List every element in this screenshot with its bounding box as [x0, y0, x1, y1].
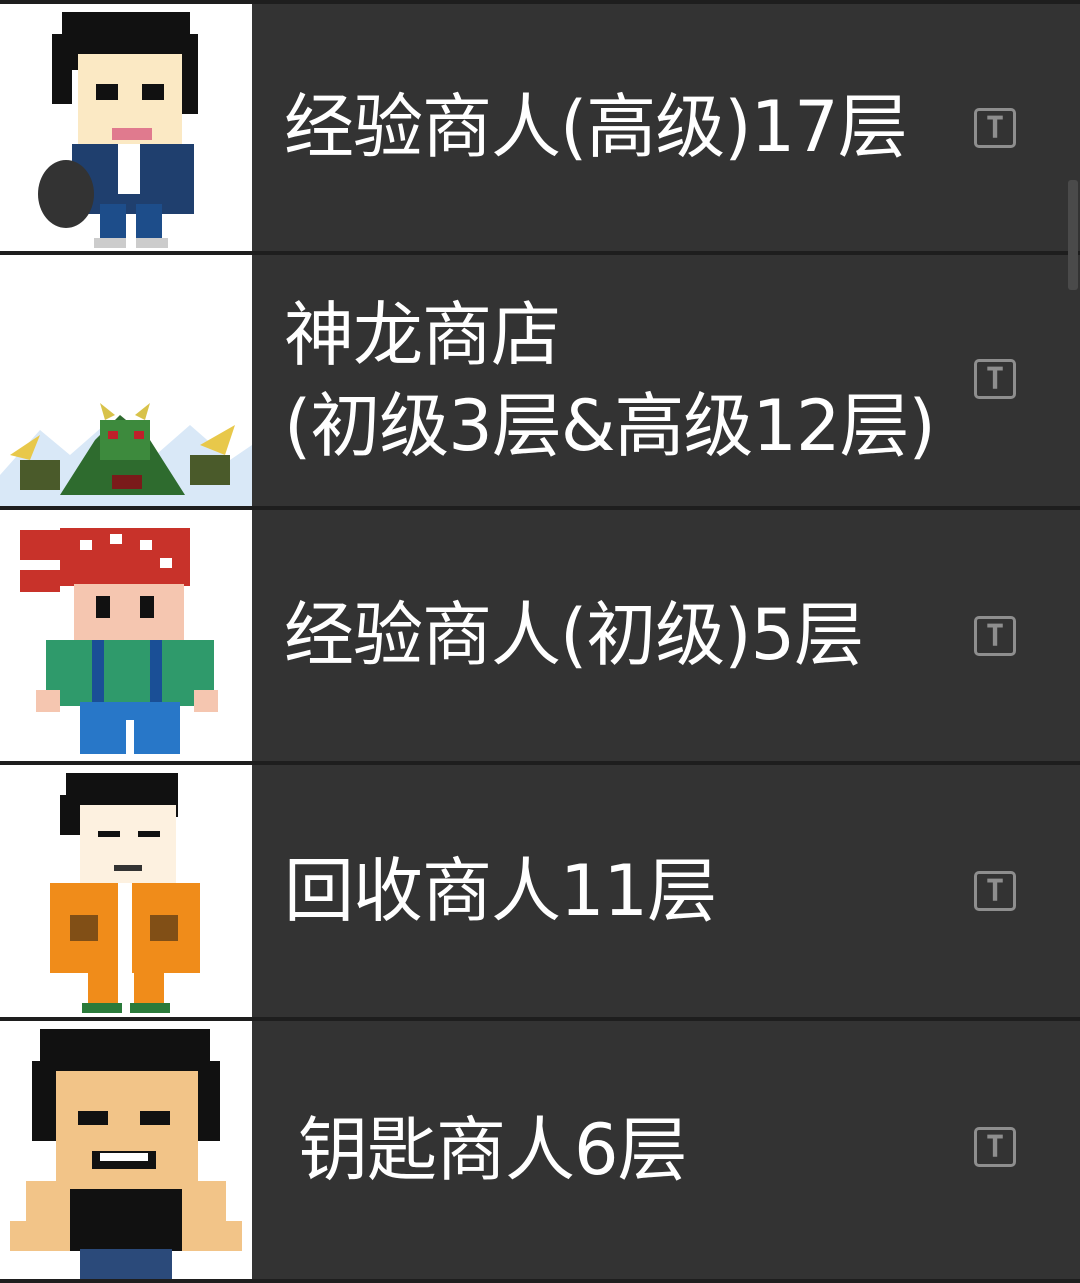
recycle-merchant-portrait: [0, 765, 252, 1017]
text-icon[interactable]: T: [974, 359, 1016, 399]
merchant-list: 经验商人(高级)17层 T 神龙商店 (初级3层&高级12层) T 经验商人(初…: [0, 0, 1080, 1283]
list-item[interactable]: 经验商人(初级)5层 T: [0, 510, 1080, 761]
text-icon[interactable]: T: [974, 871, 1016, 911]
list-item[interactable]: 钥匙商人6层 T: [0, 1021, 1080, 1279]
list-item[interactable]: 回收商人11层 T: [0, 765, 1080, 1017]
key-merchant-portrait: [0, 1021, 252, 1279]
item-label: 神龙商店 (初级3层&高级12层): [284, 293, 936, 467]
item-label: 钥匙商人6层: [298, 1108, 688, 1191]
list-item[interactable]: 神龙商店 (初级3层&高级12层) T: [0, 255, 1080, 506]
item-label: 经验商人(初级)5层: [284, 594, 864, 676]
dragon-shop-portrait: [0, 255, 252, 506]
junior-exp-merchant-portrait: [0, 510, 252, 761]
scrollbar[interactable]: [1068, 180, 1078, 290]
item-label: 经验商人(高级)17层: [284, 86, 908, 168]
text-icon[interactable]: T: [974, 1127, 1016, 1167]
text-icon[interactable]: T: [974, 108, 1016, 148]
text-icon[interactable]: T: [974, 616, 1016, 656]
item-label: 回收商人11层: [284, 849, 717, 932]
merchant-portrait-senior-exp: [0, 4, 252, 251]
list-item[interactable]: 经验商人(高级)17层 T: [0, 4, 1080, 251]
